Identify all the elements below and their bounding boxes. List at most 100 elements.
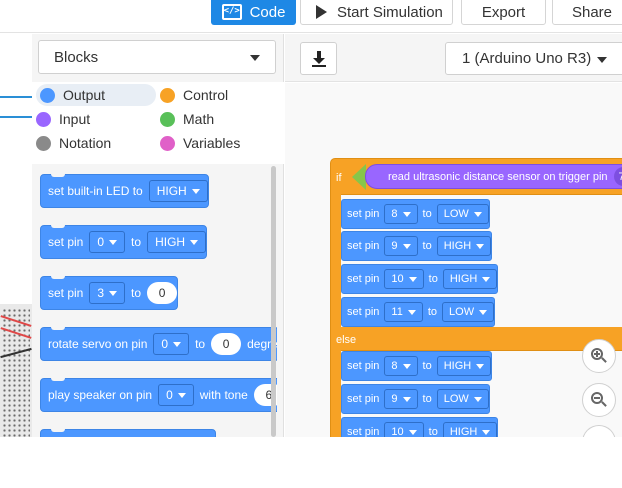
- caret-down-icon: [250, 55, 260, 61]
- caret-down-icon: [479, 309, 488, 315]
- caret-down-icon: [476, 243, 485, 249]
- wire[interactable]: [0, 96, 32, 98]
- dropdown-value: 9: [391, 240, 398, 252]
- trigger-pin-dropdown[interactable]: 7: [613, 167, 622, 186]
- start-simulation-button[interactable]: Start Simulation: [300, 0, 453, 25]
- block-set-pin-analog[interactable]: set pin 3 to 0: [40, 276, 179, 310]
- category-output[interactable]: Output: [36, 84, 156, 106]
- block-set-pin[interactable]: set pin 9 to HIGH: [341, 231, 493, 261]
- state-dropdown[interactable]: LOW: [436, 389, 489, 409]
- state-dropdown[interactable]: LOW: [442, 302, 495, 322]
- state-dropdown[interactable]: HIGH: [147, 231, 207, 253]
- pin-dropdown[interactable]: 8: [384, 356, 418, 376]
- palette-block-list: set built-in LED to HIGH set pin 0 to HI…: [32, 164, 277, 437]
- block-text: play speaker on pin: [48, 388, 153, 402]
- block-partial[interactable]: [40, 429, 216, 437]
- state-dropdown[interactable]: HIGH: [442, 422, 498, 437]
- block-set-pin[interactable]: set pin 8 to LOW: [341, 199, 490, 229]
- block-text: set pin: [48, 235, 84, 249]
- state-dropdown[interactable]: HIGH: [436, 236, 492, 256]
- dropdown-value: LOW: [443, 208, 469, 220]
- share-button[interactable]: Share: [552, 0, 622, 25]
- export-button[interactable]: Export: [461, 0, 546, 25]
- wire[interactable]: [0, 116, 32, 118]
- zoom-in-button[interactable]: [582, 339, 616, 373]
- blocks-workspace[interactable]: if else read ultrasonic distance sensor …: [285, 83, 622, 437]
- pin-dropdown[interactable]: 8: [384, 204, 418, 224]
- dropdown-value: 0: [166, 388, 173, 402]
- block-text: to: [422, 360, 432, 372]
- share-label: Share: [571, 3, 613, 21]
- code-icon: </>: [221, 4, 242, 20]
- blocks-mode-select[interactable]: Blocks: [38, 40, 276, 74]
- category-label: Variables: [183, 135, 241, 151]
- block-text: to: [195, 337, 206, 351]
- block-set-pin[interactable]: set pin 10 to HIGH: [341, 417, 499, 437]
- value-input[interactable]: 0: [147, 282, 178, 304]
- pin-dropdown[interactable]: 9: [384, 236, 418, 256]
- code-button-label: Code: [249, 3, 286, 21]
- caret-down-icon: [402, 363, 411, 369]
- pin-dropdown[interactable]: 10: [384, 269, 424, 289]
- block-text: set built-in LED to: [48, 184, 143, 198]
- block-set-pin[interactable]: set pin 11 to LOW: [341, 297, 496, 327]
- category-label: Math: [183, 111, 215, 127]
- block-text: to: [131, 235, 142, 249]
- dropdown-value: HIGH: [443, 360, 472, 372]
- state-dropdown[interactable]: LOW: [436, 204, 489, 224]
- state-dropdown[interactable]: HIGH: [436, 356, 492, 376]
- zoom-out-button[interactable]: [582, 383, 616, 417]
- state-dropdown[interactable]: HIGH: [442, 269, 498, 289]
- block-set-pin[interactable]: set pin 9 to LOW: [341, 384, 490, 414]
- pin-dropdown[interactable]: 10: [384, 422, 424, 437]
- control-color-dot: [160, 87, 175, 103]
- notation-color-dot: [36, 135, 51, 151]
- code-header: 1 (Arduino Uno R3): [285, 34, 622, 82]
- caret-down-icon: [482, 276, 491, 282]
- category-variables[interactable]: Variables: [156, 132, 240, 154]
- blank-area: [0, 437, 622, 488]
- category-input[interactable]: Input: [32, 108, 90, 130]
- caret-down-icon: [408, 429, 417, 435]
- block-set-pin-digital[interactable]: set pin 0 to HIGH: [40, 225, 208, 259]
- palette-scrollbar[interactable]: [271, 166, 276, 437]
- category-math[interactable]: Math: [156, 108, 214, 130]
- code-button[interactable]: </> Code: [211, 0, 296, 25]
- device-value: 1 (Arduino Uno R3): [462, 50, 592, 67]
- device-select[interactable]: 1 (Arduino Uno R3): [445, 42, 622, 75]
- circuit-canvas[interactable]: [0, 34, 32, 470]
- ultrasonic-sensor-block[interactable]: read ultrasonic distance sensor on trigg…: [365, 164, 622, 189]
- category-label: Control: [183, 87, 229, 103]
- state-dropdown[interactable]: HIGH: [148, 180, 208, 202]
- pin-dropdown[interactable]: 11: [384, 302, 423, 322]
- dropdown-value: HIGH: [443, 240, 472, 252]
- value-input[interactable]: 0: [211, 333, 242, 355]
- export-label: Export: [481, 3, 526, 21]
- block-set-pin[interactable]: set pin 10 to HIGH: [341, 264, 499, 294]
- math-color-dot: [160, 111, 175, 127]
- block-text: set pin: [347, 208, 380, 220]
- category-notation[interactable]: Notation: [32, 132, 111, 154]
- dropdown-value: HIGH: [156, 184, 187, 198]
- download-button[interactable]: [300, 42, 337, 75]
- dropdown-value: 3: [97, 286, 105, 300]
- pin-dropdown[interactable]: 0: [158, 384, 194, 406]
- start-simulation-label: Start Simulation: [337, 3, 443, 21]
- pin-dropdown[interactable]: 9: [384, 389, 418, 409]
- dropdown-value: 9: [391, 393, 398, 405]
- block-set-pin[interactable]: set pin 8 to HIGH: [341, 351, 493, 381]
- category-label: Notation: [59, 135, 112, 151]
- output-color-dot: [40, 87, 55, 103]
- caret-down-icon: [402, 243, 411, 249]
- download-icon: [311, 50, 326, 67]
- block-rotate-servo[interactable]: rotate servo on pin 0 to 0 degre: [40, 327, 277, 361]
- pin-dropdown[interactable]: 0: [89, 231, 126, 253]
- category-control[interactable]: Control: [156, 84, 228, 106]
- top-toolbar: </> Code Start Simulation Export Share: [0, 0, 622, 33]
- block-text: to: [422, 393, 432, 405]
- pin-dropdown[interactable]: 3: [89, 282, 126, 304]
- block-set-builtin-led[interactable]: set built-in LED to HIGH: [40, 174, 209, 208]
- caret-down-icon: [109, 239, 118, 245]
- pin-dropdown[interactable]: 0: [153, 333, 190, 355]
- block-play-speaker[interactable]: play speaker on pin 0 with tone 6: [40, 378, 277, 412]
